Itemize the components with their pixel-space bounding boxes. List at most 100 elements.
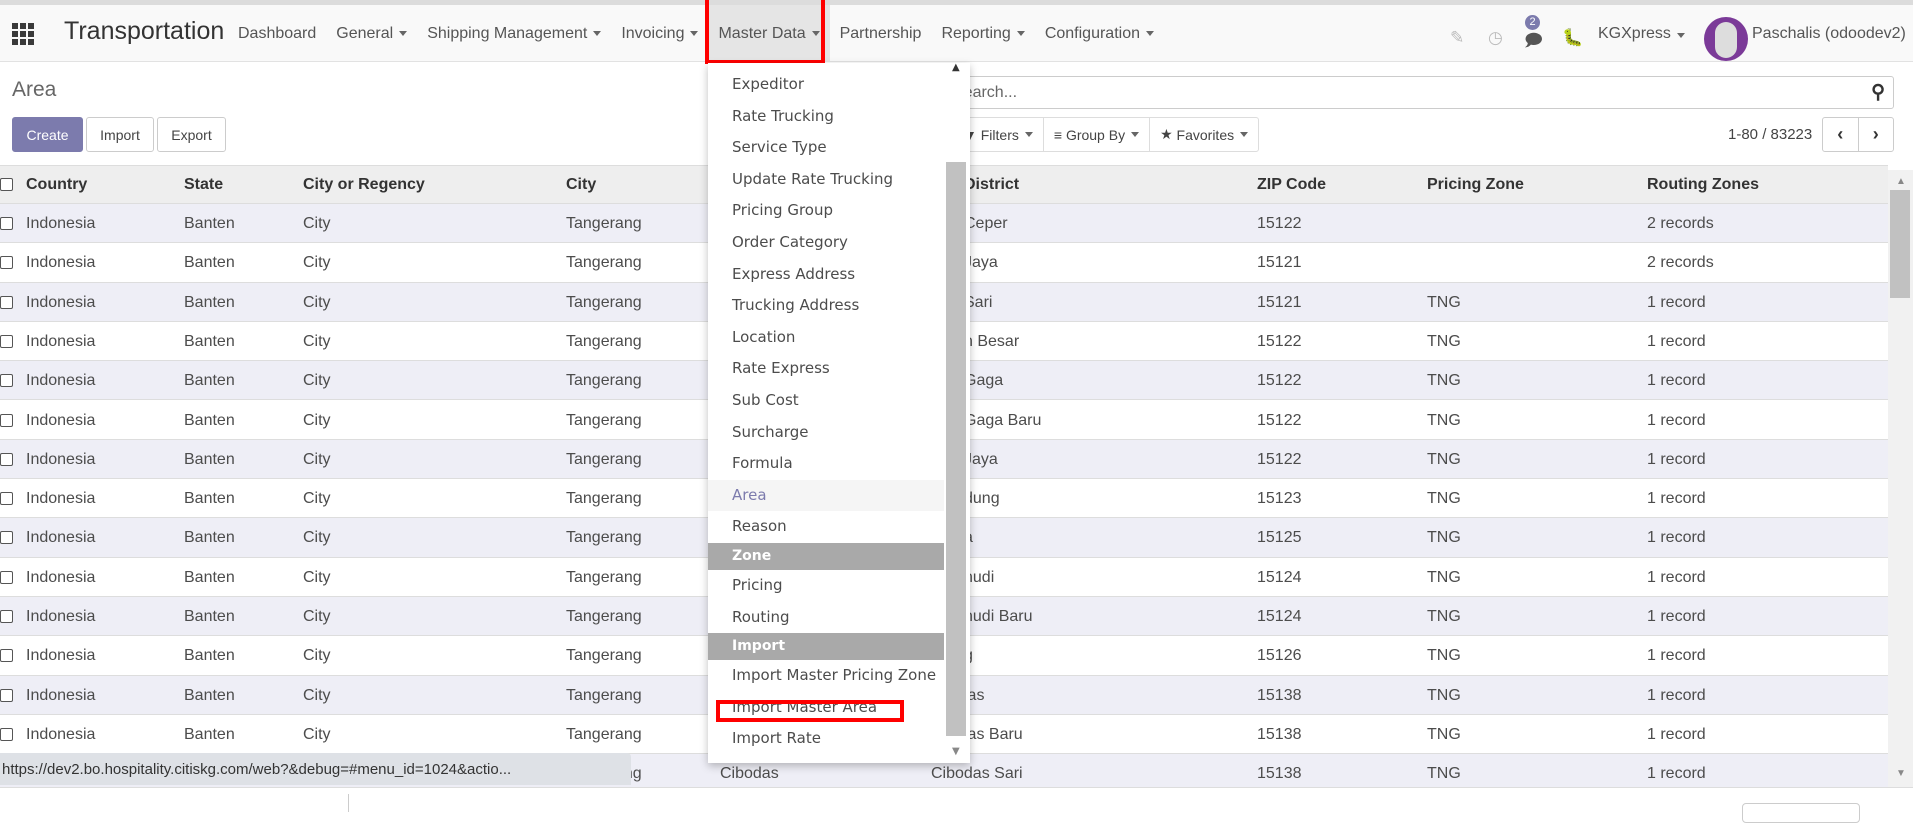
nav-invoicing[interactable]: Invoicing <box>611 5 708 62</box>
row-checkbox[interactable] <box>0 374 13 388</box>
pager-value[interactable]: 1-80 / 83223 <box>1728 126 1812 143</box>
table-cell: Banten <box>184 608 235 625</box>
chevron-left-icon[interactable]: ‹ <box>1823 118 1859 151</box>
scroll-down-icon[interactable]: ▼ <box>952 746 960 757</box>
row-checkbox[interactable] <box>0 334 13 348</box>
table-cell: Indonesia <box>26 568 96 586</box>
dropdown-item-reason[interactable]: Reason <box>708 511 944 543</box>
column-header[interactable]: City or Regency <box>303 176 425 194</box>
dropdown-item-rate-express[interactable]: Rate Express <box>708 353 944 385</box>
chevron-right-icon[interactable]: › <box>1859 118 1894 151</box>
clock-icon[interactable]: ◷ <box>1488 28 1503 48</box>
nav-master-data[interactable]: Master Data <box>708 5 830 62</box>
column-header[interactable]: City <box>566 176 596 194</box>
table-cell: Ceper <box>964 215 1008 232</box>
dropdown-item-import-rate[interactable]: Import Rate <box>708 723 944 755</box>
export-button[interactable]: Export <box>157 117 226 152</box>
dropdown-item-pricing[interactable]: Pricing <box>708 570 944 602</box>
select-all-checkbox[interactable] <box>0 178 13 191</box>
dropdown-item-area[interactable]: Area <box>708 479 944 512</box>
table-cell: TNG <box>1427 293 1461 311</box>
table-cell: Cibodas <box>720 765 779 783</box>
nav-reporting[interactable]: Reporting <box>931 5 1034 62</box>
bottom-button[interactable] <box>1742 803 1860 823</box>
dropdown-item-rate-trucking[interactable]: Rate Trucking <box>708 101 944 133</box>
dropdown-item-surcharge[interactable]: Surcharge <box>708 417 944 449</box>
table-cell: 1 record <box>1647 372 1706 390</box>
dropdown-item-trucking-address[interactable]: Trucking Address <box>708 290 944 322</box>
table-scrollbar-thumb[interactable] <box>1890 190 1910 298</box>
table-cell: City <box>303 490 331 508</box>
dropdown-item-order-category[interactable]: Order Category <box>708 227 944 259</box>
dropdown-item-import-master-pricing-zone[interactable]: Import Master Pricing Zone <box>708 660 944 692</box>
dropdown-item-sub-cost[interactable]: Sub Cost <box>708 385 944 417</box>
group-by-button[interactable]: ≡ Group By <box>1044 118 1151 151</box>
nav-configuration[interactable]: Configuration <box>1035 5 1164 62</box>
nav-general[interactable]: General <box>326 5 417 62</box>
table-cell: Indonesia <box>26 647 96 665</box>
table-cell: 15125 <box>1257 529 1302 547</box>
chat-icon[interactable]: 🗩 <box>1524 28 1543 57</box>
dropdown-item-formula[interactable]: Formula <box>708 448 944 480</box>
row-checkbox[interactable] <box>0 492 13 506</box>
search-icon[interactable]: ⚲ <box>1871 81 1885 104</box>
dropdown-item-routing[interactable]: Routing <box>708 602 944 634</box>
bug-icon[interactable]: 🐛 <box>1562 28 1583 48</box>
chat-badge: 2 <box>1525 15 1540 30</box>
column-header[interactable]: Routing Zones <box>1647 176 1759 194</box>
search-input[interactable]: Search... ⚲ <box>952 76 1894 109</box>
row-checkbox[interactable] <box>0 610 13 623</box>
table-cell: Indonesia <box>26 372 96 390</box>
company-switcher[interactable]: KGXpress <box>1598 25 1685 43</box>
column-header[interactable]: ZIP Code <box>1257 176 1326 194</box>
dropdown-item-expeditor[interactable]: Expeditor <box>708 69 944 101</box>
apps-grid-icon[interactable] <box>12 23 34 45</box>
row-checkbox[interactable] <box>0 256 13 270</box>
row-checkbox[interactable] <box>0 452 13 466</box>
nav-partnership[interactable]: Partnership <box>830 5 932 62</box>
table-cell: Tangerang <box>566 332 642 350</box>
scroll-up-icon[interactable]: ▲ <box>1896 176 1906 187</box>
dropdown-item-update-rate-trucking[interactable]: Update Rate Trucking <box>708 164 944 196</box>
dropdown-item-service-type[interactable]: Service Type <box>708 132 944 164</box>
import-button[interactable]: Import <box>86 117 154 152</box>
chevron-down-icon <box>1131 132 1140 137</box>
row-checkbox[interactable] <box>0 217 13 230</box>
nav-shipping-management[interactable]: Shipping Management <box>417 5 611 62</box>
chevron-down-icon <box>1240 132 1249 137</box>
dropdown-item-import-master-area[interactable]: Import Master Area <box>708 692 944 724</box>
dropdown-item-express-address[interactable]: Express Address <box>708 259 944 291</box>
scroll-down-icon[interactable]: ▼ <box>1896 768 1906 779</box>
column-header[interactable]: District <box>964 176 1019 194</box>
dropdown-item-location[interactable]: Location <box>708 322 944 354</box>
row-checkbox[interactable] <box>0 570 13 584</box>
row-checkbox[interactable] <box>0 649 13 663</box>
chevron-down-icon <box>593 31 602 36</box>
dropdown-scrollbar-thumb[interactable] <box>946 162 966 736</box>
favorites-button[interactable]: ★ Favorites <box>1150 118 1258 151</box>
create-button[interactable]: Create <box>12 117 83 152</box>
search-options: ▼ Filters ≡ Group By ★ Favorites <box>952 117 1260 152</box>
column-header[interactable]: Pricing Zone <box>1427 176 1524 194</box>
table-cell: 1 record <box>1647 450 1706 468</box>
row-checkbox[interactable] <box>0 413 13 427</box>
row-checkbox[interactable] <box>0 295 13 309</box>
chevron-down-icon <box>1676 33 1685 38</box>
nav-dashboard[interactable]: Dashboard <box>228 5 326 62</box>
row-checkbox[interactable] <box>0 727 13 741</box>
table-cell: 15122 <box>1257 450 1302 468</box>
row-checkbox[interactable] <box>0 688 13 702</box>
scroll-up-icon[interactable]: ▲ <box>952 63 960 73</box>
avatar[interactable] <box>1704 17 1748 61</box>
table-cell: TNG <box>1427 529 1461 547</box>
column-header[interactable]: Country <box>26 176 87 194</box>
table-cell: Indonesia <box>26 254 96 272</box>
table-cell: Indonesia <box>26 411 96 429</box>
edit-icon[interactable]: ✎ <box>1450 28 1464 48</box>
user-menu[interactable]: Paschalis (odoodev2) <box>1752 25 1906 43</box>
table-cell: TNG <box>1427 568 1461 586</box>
column-header[interactable]: State <box>184 176 223 194</box>
table-cell: 15124 <box>1257 568 1302 586</box>
dropdown-item-pricing-group[interactable]: Pricing Group <box>708 195 944 227</box>
row-checkbox[interactable] <box>0 531 13 545</box>
